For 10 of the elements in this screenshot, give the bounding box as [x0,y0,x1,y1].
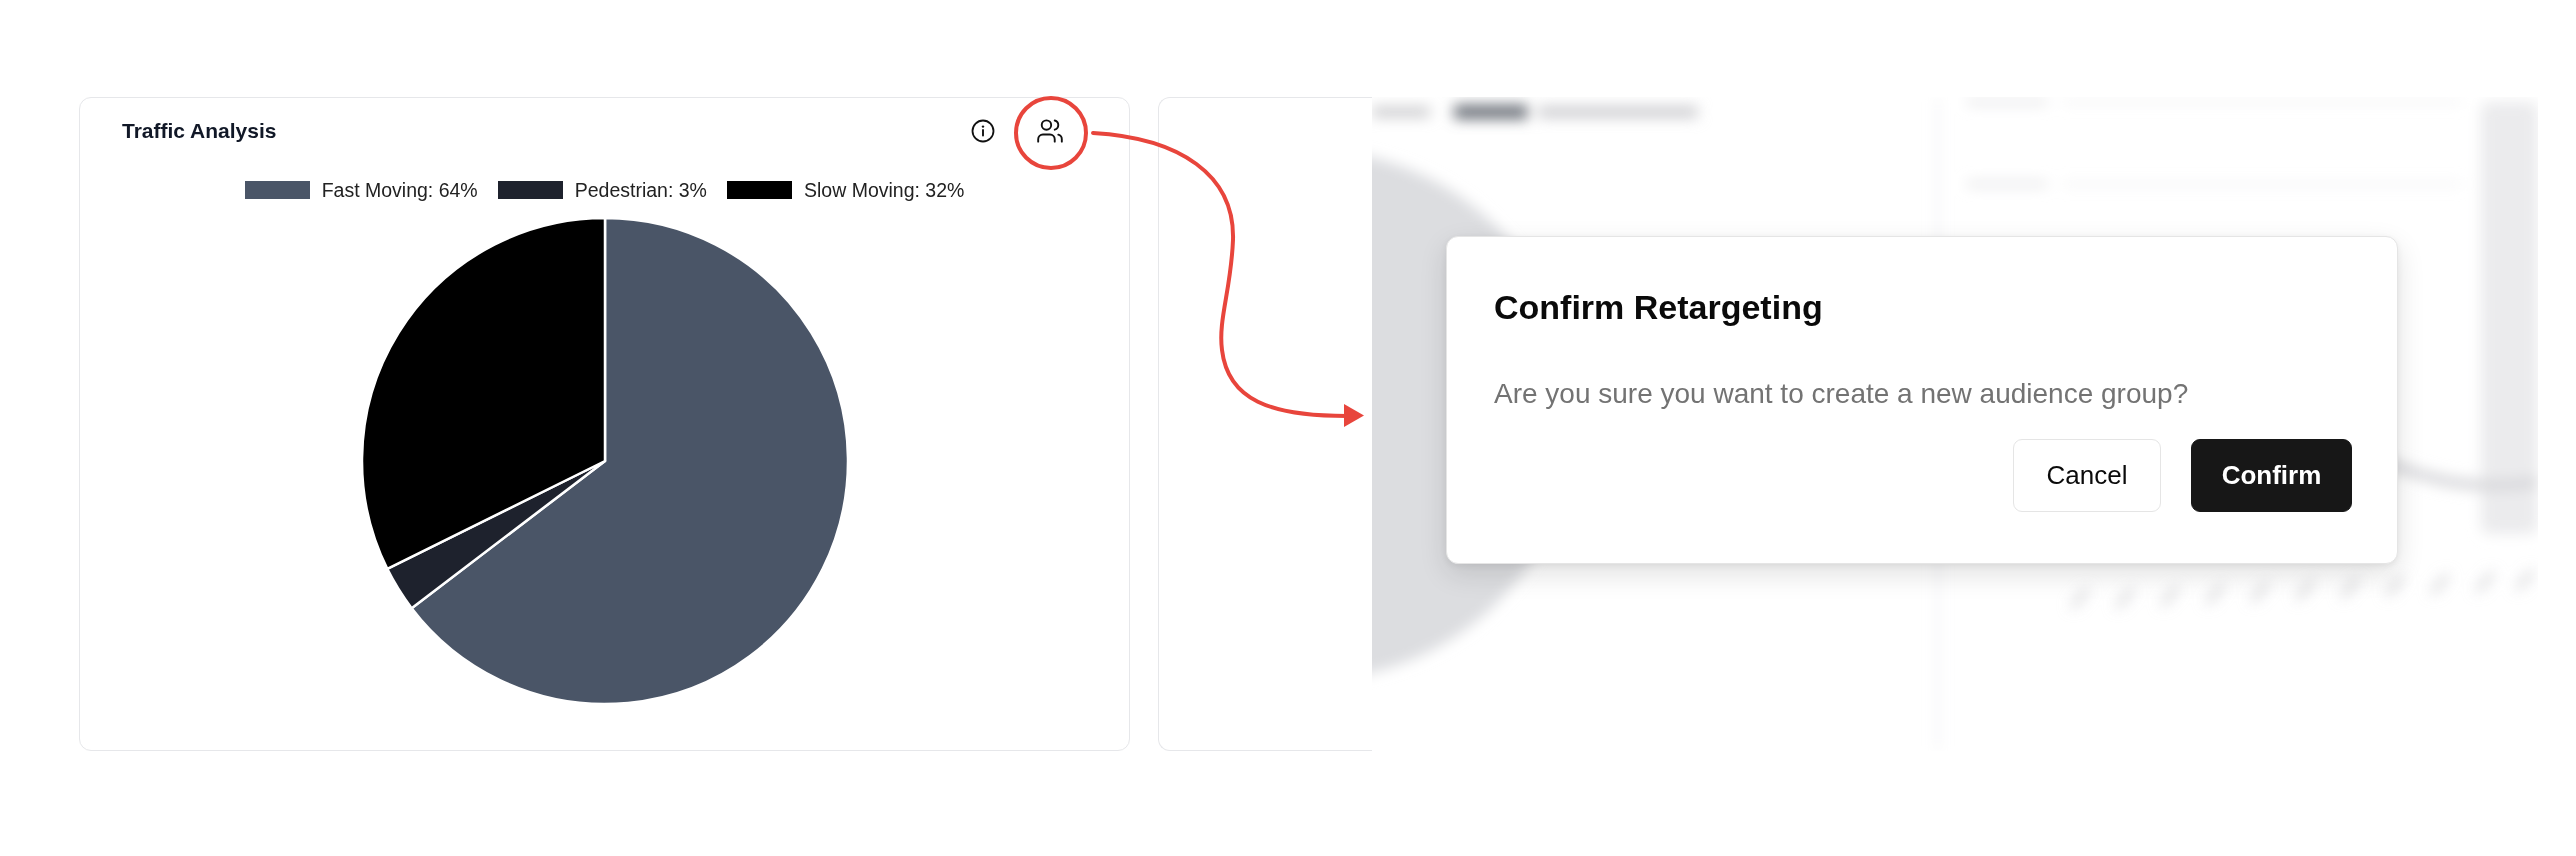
legend-label: Slow Moving: 32% [803,179,965,201]
card-title: Traffic Analysis [122,119,277,143]
info-icon[interactable] [971,119,995,143]
legend-label: Pedestrian: 3% [574,179,707,201]
cancel-button[interactable]: Cancel [2013,439,2161,512]
legend-label: Fast Moving: 64% [321,179,478,201]
confirm-button[interactable]: Confirm [2191,439,2352,512]
users-icon[interactable] [1037,119,1063,143]
dialog-title: Confirm Retargeting [1494,287,1823,328]
dialog-message: Are you sure you want to create a new audience group? [1494,377,2189,411]
